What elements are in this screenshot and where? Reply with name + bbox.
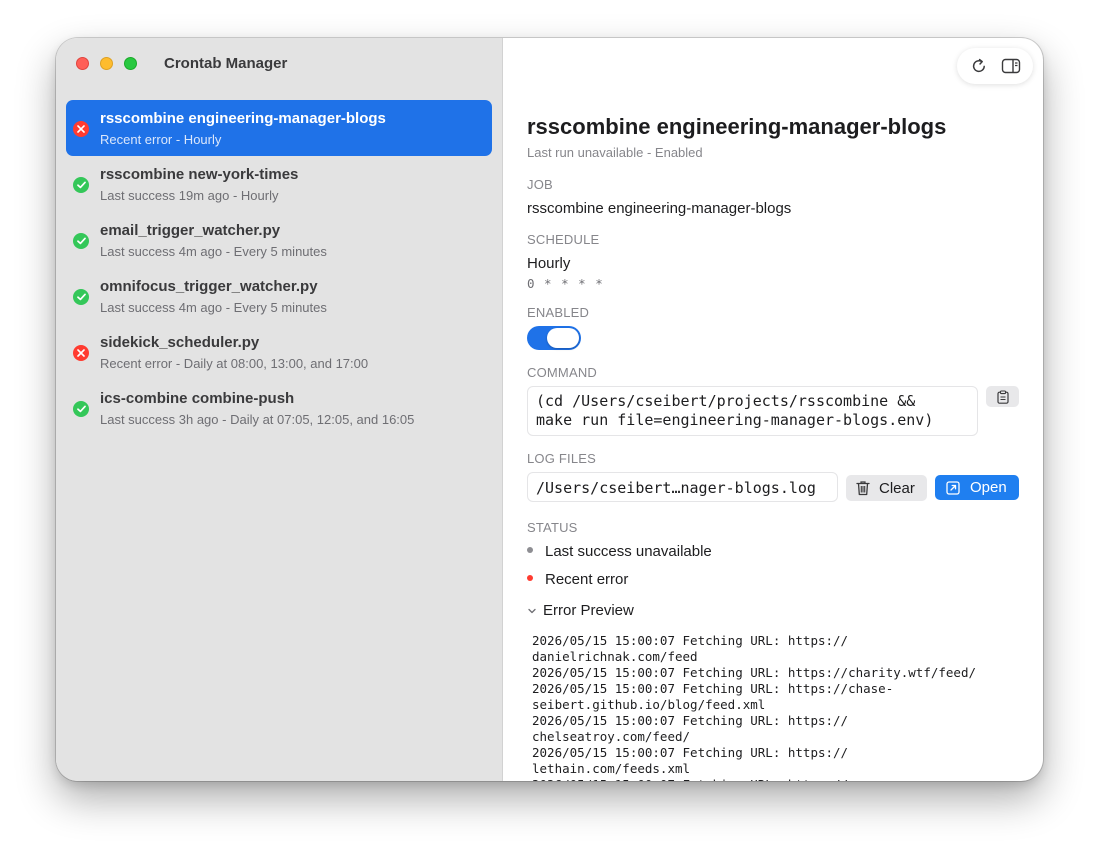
error-status-icon — [73, 345, 89, 361]
detail-title: rsscombine engineering-manager-blogs — [527, 114, 947, 139]
job-value: rsscombine engineering-manager-blogs — [527, 200, 792, 217]
command-field[interactable]: (cd /Users/cseibert/projects/rsscombine … — [527, 386, 978, 436]
job-name: omnifocus_trigger_watcher.py — [100, 278, 318, 295]
job-name: rsscombine new-york-times — [100, 166, 299, 183]
status-line: Recent error — [527, 571, 628, 588]
job-list-item[interactable]: rsscombine new-york-times Last success 1… — [66, 156, 492, 212]
job-name: rsscombine engineering-manager-blogs — [100, 110, 386, 127]
minimize-window-button[interactable] — [100, 57, 113, 70]
job-name: email_trigger_watcher.py — [100, 222, 281, 239]
app-title: Crontab Manager — [164, 55, 288, 72]
status-section-label: STATUS — [527, 520, 578, 535]
schedule-section-label: SCHEDULE — [527, 232, 600, 247]
status-text: Last success unavailable — [545, 543, 712, 560]
schedule-value: Hourly — [527, 255, 571, 272]
error-preview-text: 2026/05/15 15:00:07 Fetching URL: https:… — [532, 633, 977, 781]
command-section-label: COMMAND — [527, 365, 598, 380]
toggle-knob — [547, 328, 579, 348]
success-status-icon — [73, 233, 89, 249]
job-list: rsscombine engineering-manager-blogs Rec… — [66, 100, 492, 436]
success-status-icon — [73, 401, 89, 417]
sidebar: Crontab Manager rsscombine engineering-m… — [56, 38, 503, 781]
log-files-section-label: LOG FILES — [527, 451, 596, 466]
job-subtitle: Recent error - Daily at 08:00, 13:00, an… — [100, 356, 369, 371]
clear-log-button[interactable]: Clear — [846, 475, 927, 501]
job-subtitle: Last success 3h ago - Daily at 07:05, 12… — [100, 412, 415, 427]
clear-button-label: Clear — [879, 479, 915, 497]
error-status-icon — [73, 121, 89, 137]
close-window-button[interactable] — [76, 57, 89, 70]
detail-subtitle: Last run unavailable - Enabled — [527, 145, 703, 160]
zoom-window-button[interactable] — [124, 57, 137, 70]
job-name: sidekick_scheduler.py — [100, 334, 260, 351]
log-path-field[interactable]: /Users/cseibert…nager-blogs.log — [527, 472, 838, 502]
copy-command-button[interactable] — [986, 386, 1019, 407]
status-text: Recent error — [545, 571, 629, 588]
job-list-item[interactable]: omnifocus_trigger_watcher.py Last succes… — [66, 268, 492, 324]
open-button-label: Open — [970, 479, 1007, 496]
trash-icon — [856, 481, 870, 496]
window-controls — [76, 57, 137, 70]
detail-pane: rsscombine engineering-manager-blogs Las… — [527, 38, 1019, 781]
open-log-button[interactable]: Open — [935, 475, 1019, 500]
app-window: Crontab Manager rsscombine engineering-m… — [56, 38, 1043, 781]
status-line: Last success unavailable — [527, 543, 712, 560]
chevron-down-icon — [528, 608, 536, 613]
copy-icon — [996, 389, 1009, 404]
job-list-item[interactable]: rsscombine engineering-manager-blogs Rec… — [66, 100, 492, 156]
success-status-icon — [73, 289, 89, 305]
open-external-icon — [946, 480, 960, 495]
job-list-item[interactable]: email_trigger_watcher.py Last success 4m… — [66, 212, 492, 268]
gray-status-dot — [527, 547, 533, 554]
job-subtitle: Last success 19m ago - Hourly — [100, 188, 279, 203]
job-list-item[interactable]: sidekick_scheduler.py Recent error - Dai… — [66, 324, 492, 380]
job-section-label: JOB — [527, 177, 553, 192]
enabled-toggle[interactable] — [527, 326, 581, 350]
error-preview-disclosure[interactable]: Error Preview — [527, 602, 634, 619]
job-subtitle: Recent error - Hourly — [100, 132, 222, 147]
red-status-dot — [527, 575, 533, 582]
enabled-section-label: ENABLED — [527, 305, 590, 320]
success-status-icon — [73, 177, 89, 193]
cron-expression: 0 * * * * — [527, 276, 604, 291]
job-subtitle: Last success 4m ago - Every 5 minutes — [100, 300, 327, 315]
job-list-item[interactable]: ics-combine combine-push Last success 3h… — [66, 380, 492, 436]
job-name: ics-combine combine-push — [100, 390, 295, 407]
job-subtitle: Last success 4m ago - Every 5 minutes — [100, 244, 327, 259]
error-preview-label: Error Preview — [543, 602, 634, 619]
